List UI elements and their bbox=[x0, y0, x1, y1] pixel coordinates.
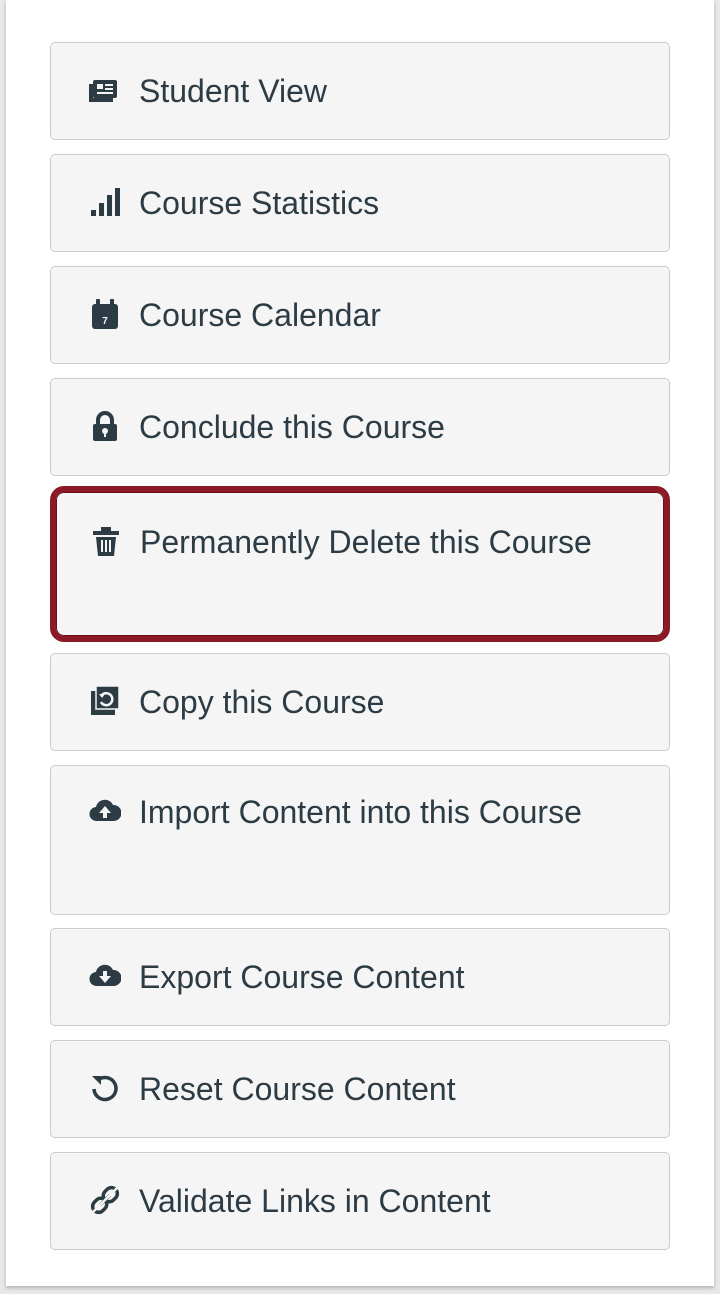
course-statistics-button[interactable]: Course Statistics bbox=[50, 154, 670, 252]
bar-chart-icon bbox=[89, 186, 127, 218]
course-settings-sidebar: Student View Course Statistics 7 Course … bbox=[6, 0, 714, 1286]
copy-course-label: Copy this Course bbox=[139, 684, 385, 720]
student-view-button[interactable]: Student View bbox=[50, 42, 670, 140]
course-calendar-button[interactable]: 7 Course Calendar bbox=[50, 266, 670, 364]
student-view-label: Student View bbox=[139, 73, 327, 109]
reset-content-button[interactable]: Reset Course Content bbox=[50, 1040, 670, 1138]
conclude-course-button[interactable]: Conclude this Course bbox=[50, 378, 670, 476]
cloud-download-icon bbox=[89, 960, 127, 992]
export-content-button[interactable]: Export Course Content bbox=[50, 928, 670, 1026]
delete-course-button[interactable]: Permanently Delete this Course bbox=[50, 486, 670, 642]
cloud-upload-icon bbox=[89, 795, 127, 827]
import-content-label: Import Content into this Course bbox=[139, 794, 582, 830]
trash-icon bbox=[90, 525, 128, 557]
student-view-icon bbox=[89, 74, 127, 106]
export-content-label: Export Course Content bbox=[139, 959, 465, 995]
validate-links-label: Validate Links in Content bbox=[139, 1183, 491, 1219]
import-content-button[interactable]: Import Content into this Course bbox=[50, 765, 670, 915]
calendar-icon: 7 bbox=[89, 298, 127, 330]
course-statistics-label: Course Statistics bbox=[139, 185, 380, 221]
copy-course-icon bbox=[89, 685, 127, 717]
course-calendar-label: Course Calendar bbox=[139, 297, 381, 333]
copy-course-button[interactable]: Copy this Course bbox=[50, 653, 670, 751]
reset-content-label: Reset Course Content bbox=[139, 1071, 456, 1107]
validate-links-icon bbox=[89, 1184, 127, 1216]
lock-icon bbox=[89, 410, 127, 442]
conclude-course-label: Conclude this Course bbox=[139, 409, 445, 445]
delete-course-label: Permanently Delete this Course bbox=[140, 524, 592, 560]
calendar-icon-day: 7 bbox=[102, 316, 108, 327]
reset-icon bbox=[89, 1072, 127, 1104]
validate-links-button[interactable]: Validate Links in Content bbox=[50, 1152, 670, 1250]
